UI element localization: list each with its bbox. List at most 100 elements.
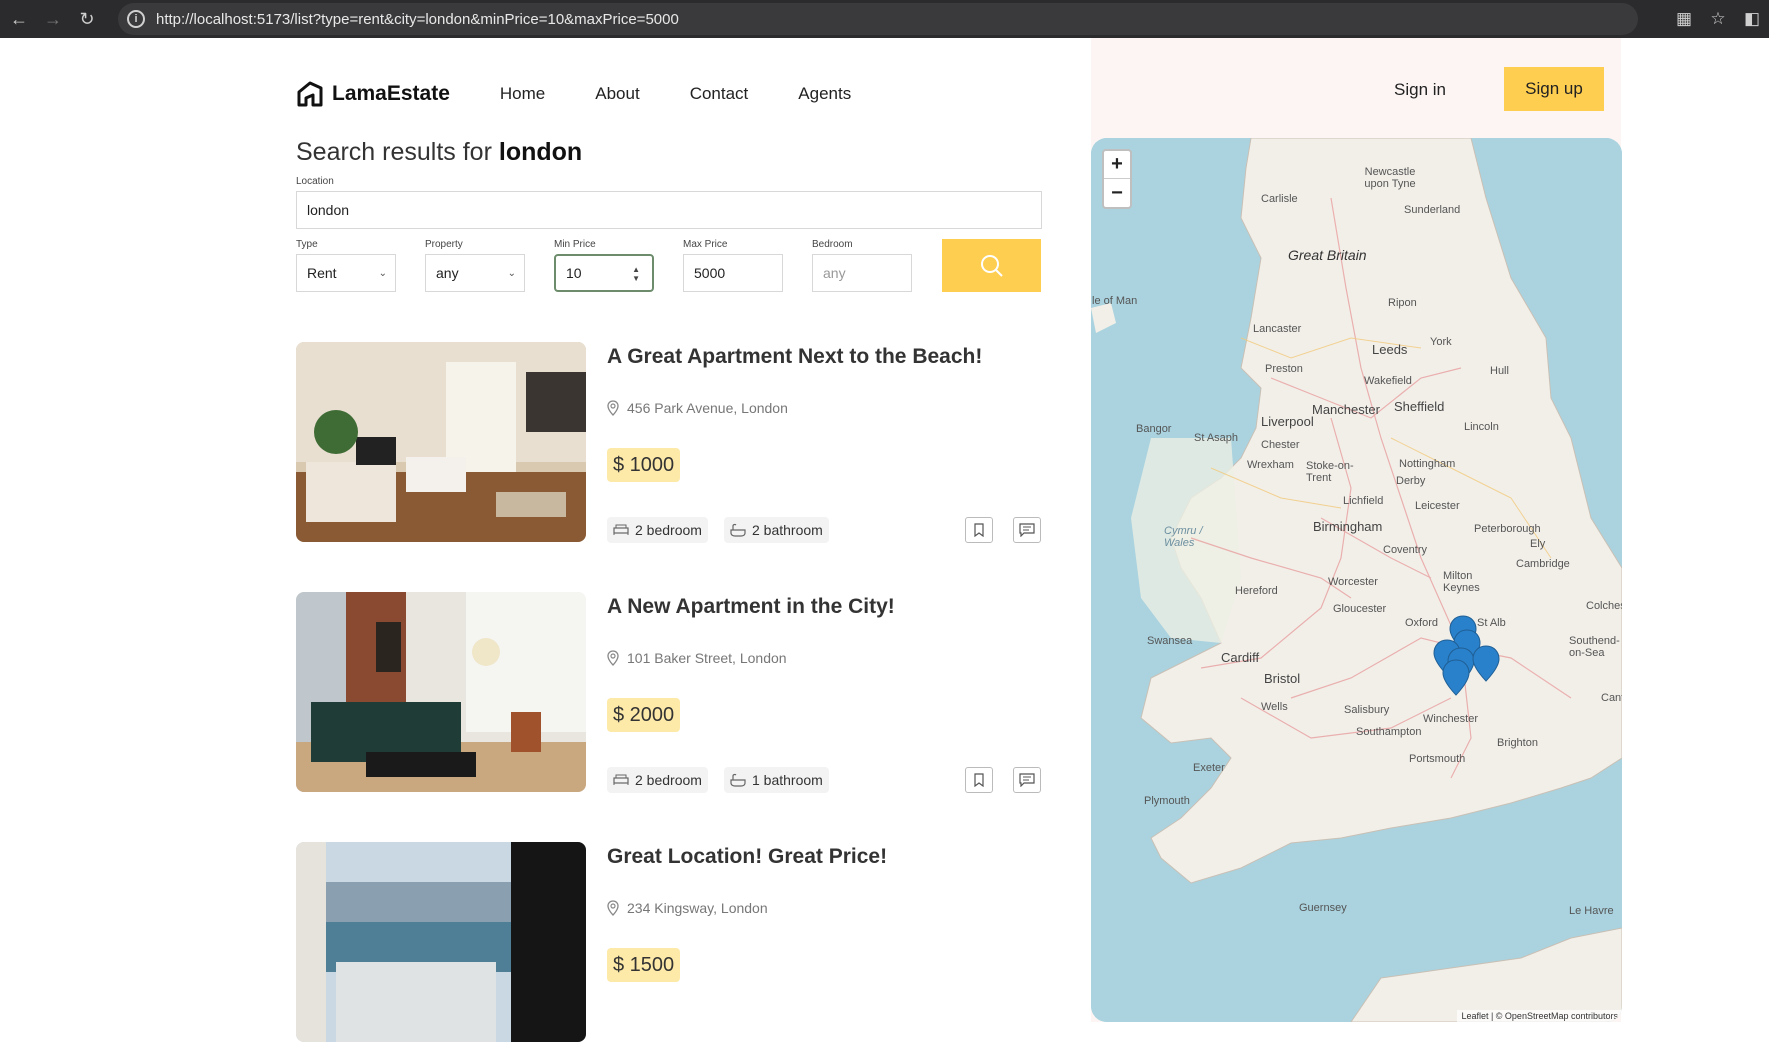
type-select[interactable]: Rent ⌄ <box>296 254 396 292</box>
map-label: Swansea <box>1147 635 1193 647</box>
map-label: St Asaph <box>1194 432 1239 444</box>
map-label: Leicester <box>1415 500 1460 512</box>
map-label: Derby <box>1396 475 1426 487</box>
map-label: St Alb <box>1477 617 1506 629</box>
sign-up-button[interactable]: Sign up <box>1504 67 1604 111</box>
chevron-down-icon: ⌄ <box>507 268 516 279</box>
type-value: Rent <box>307 265 337 281</box>
map-label: Gloucester <box>1333 603 1387 615</box>
bed-icon <box>613 524 629 535</box>
brand-logo[interactable]: LamaEstate <box>296 80 450 108</box>
save-button[interactable] <box>965 517 993 543</box>
map-label: Liverpool <box>1261 414 1314 429</box>
listing-title[interactable]: A New Apartment in the City! <box>607 595 895 619</box>
map-label: Peterborough <box>1474 523 1541 535</box>
map-label: Stoke-on-Trent <box>1306 460 1354 484</box>
bookmark-star-icon[interactable]: ☆ <box>1701 9 1735 29</box>
map-label: Great Britain <box>1288 247 1367 263</box>
reload-icon[interactable]: ↻ <box>72 4 102 34</box>
map-label: Manchester <box>1312 402 1380 417</box>
location-pin-icon <box>607 900 619 916</box>
bath-icon <box>730 773 746 787</box>
location-value: london <box>307 202 350 218</box>
map-label: Ely <box>1530 538 1546 550</box>
number-spinner-icon[interactable]: ▲ ▼ <box>632 265 640 283</box>
content-panel: LamaEstate Home About Contact Agents Sea… <box>0 38 1091 1042</box>
map-label: Le Havre <box>1569 905 1614 917</box>
back-icon[interactable]: ← <box>4 4 34 34</box>
nav-link-contact[interactable]: Contact <box>690 84 749 104</box>
min-price-value: 10 <box>566 265 582 281</box>
listing-title[interactable]: Great Location! Great Price! <box>607 845 887 869</box>
chevron-down-icon: ⌄ <box>378 268 387 279</box>
map[interactable]: + − Great Britain Newcastle upon Tyne Ca… <box>1091 138 1622 1022</box>
listing-title[interactable]: A Great Apartment Next to the Beach! <box>607 345 982 369</box>
location-pin-icon <box>607 400 619 416</box>
listing-card[interactable]: A New Apartment in the City! 101 Baker S… <box>296 592 1042 793</box>
map-label: Portsmouth <box>1409 753 1466 765</box>
bookmark-icon <box>974 773 984 787</box>
listing-card[interactable]: A Great Apartment Next to the Beach! 456… <box>296 342 1042 543</box>
min-price-label: Min Price <box>554 239 596 250</box>
map-label: Colches <box>1586 600 1622 612</box>
bedroom-placeholder: any <box>823 265 846 281</box>
location-label: Location <box>296 176 334 187</box>
listing-image[interactable] <box>296 342 586 542</box>
map-label: Nottingham <box>1399 458 1456 470</box>
map-attribution[interactable]: Leaflet | © OpenStreetMap contributors <box>1457 1010 1622 1022</box>
listing-address: 456 Park Avenue, London <box>607 400 788 416</box>
title-city: london <box>498 138 583 166</box>
listing-address: 101 Baker Street, London <box>607 650 787 666</box>
zoom-in-button[interactable]: + <box>1104 151 1130 179</box>
sign-in-link[interactable]: Sign in <box>1394 80 1446 100</box>
address-text: 234 Kingsway, London <box>627 900 768 916</box>
url-text: http://localhost:5173/list?type=rent&cit… <box>156 10 679 28</box>
map-label: Preston <box>1265 363 1303 375</box>
map-label: Bangor <box>1136 423 1172 435</box>
map-label: Guernsey <box>1299 902 1347 914</box>
map-label: Chester <box>1261 439 1300 451</box>
map-label: Ripon <box>1388 297 1417 309</box>
listing-image[interactable] <box>296 842 586 1042</box>
property-select[interactable]: any ⌄ <box>425 254 525 292</box>
qr-code-icon[interactable]: ▦ <box>1667 9 1701 29</box>
listing-price: $ 1000 <box>607 448 681 482</box>
nav-link-about[interactable]: About <box>595 84 639 104</box>
min-price-input[interactable]: 10 ▲ ▼ <box>554 254 654 292</box>
listing-address: 234 Kingsway, London <box>607 900 768 916</box>
listing-card[interactable]: Great Location! Great Price! 234 Kingswa… <box>296 842 1042 1042</box>
bedroom-count: 2 bedroom <box>607 517 708 543</box>
bed-icon <box>613 774 629 785</box>
address-bar[interactable]: i http://localhost:5173/list?type=rent&c… <box>118 3 1638 35</box>
forward-icon[interactable]: → <box>38 4 68 34</box>
info-icon[interactable]: i <box>127 10 145 28</box>
nav-link-home[interactable]: Home <box>500 84 545 104</box>
location-input[interactable]: london <box>296 191 1042 229</box>
map-label: Wells <box>1261 701 1288 713</box>
bedroom-input[interactable]: any <box>812 254 912 292</box>
bathroom-count: 1 bathroom <box>724 767 829 793</box>
map-label: Sheffield <box>1394 399 1445 414</box>
location-pin-icon <box>607 650 619 666</box>
zoom-out-button[interactable]: − <box>1104 179 1130 207</box>
listing-image[interactable] <box>296 592 586 792</box>
map-label: Newcastle upon Tyne <box>1364 166 1416 190</box>
sign-up-label: Sign up <box>1525 79 1583 98</box>
max-price-input[interactable]: 5000 <box>683 254 783 292</box>
map-label: Bristol <box>1264 671 1301 686</box>
map-label: Carlisle <box>1261 193 1298 205</box>
sidebar-icon[interactable]: ◧ <box>1735 9 1769 29</box>
chat-button[interactable] <box>1013 517 1041 543</box>
map-panel: Sign in Sign up + − Great Britain Newcas… <box>1091 38 1622 1022</box>
map-label: Lancaster <box>1253 323 1302 335</box>
chat-button[interactable] <box>1013 767 1041 793</box>
map-label: York <box>1430 336 1452 348</box>
property-label: Property <box>425 239 463 250</box>
search-button[interactable] <box>942 239 1041 292</box>
map-label: Milton Keynes <box>1443 570 1480 594</box>
map-label: Plymouth <box>1144 795 1190 807</box>
map-label: Worcester <box>1328 576 1378 588</box>
map-label: Leeds <box>1372 342 1408 357</box>
save-button[interactable] <box>965 767 993 793</box>
nav-link-agents[interactable]: Agents <box>798 84 851 104</box>
